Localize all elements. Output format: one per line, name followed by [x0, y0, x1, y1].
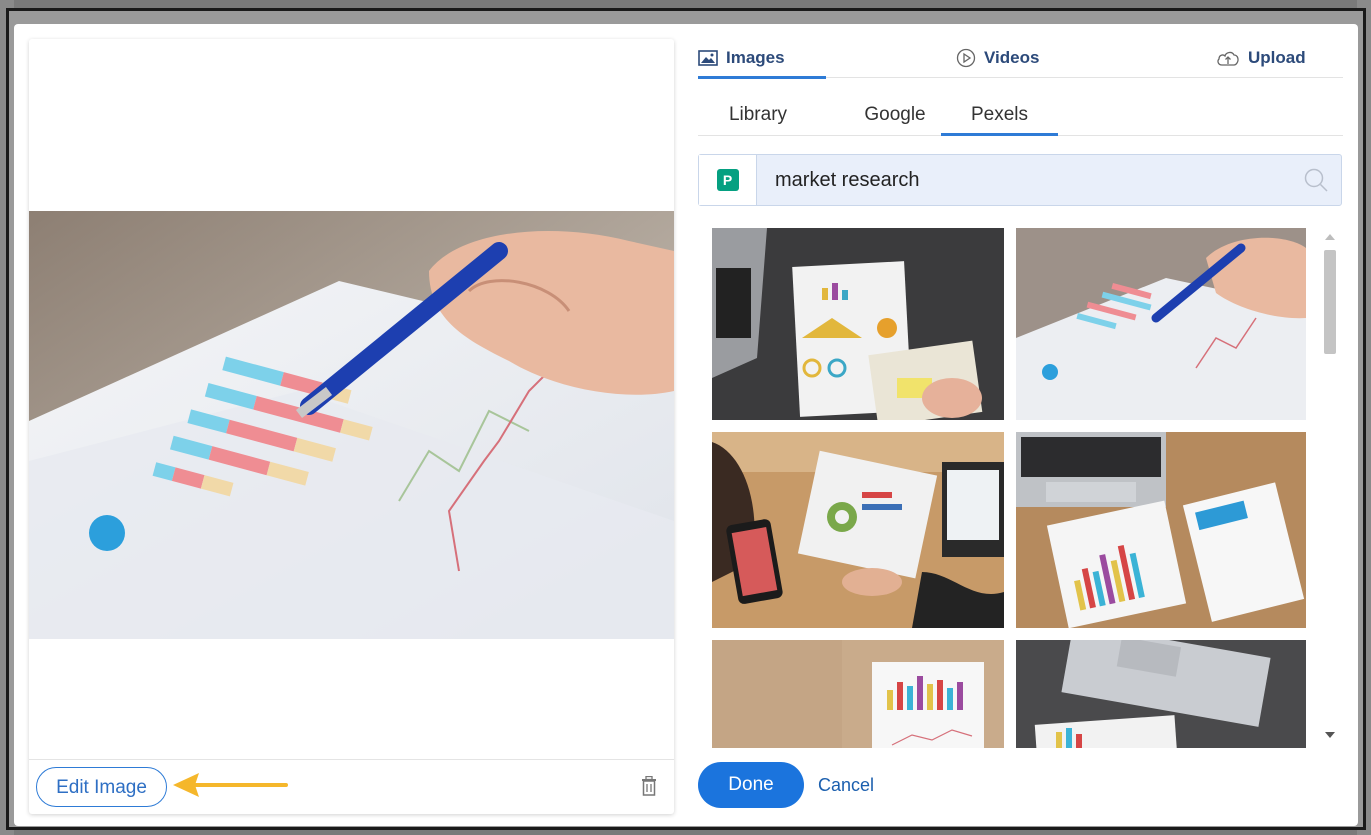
search-input[interactable] [775, 167, 1275, 193]
result-image-bar-chart-on-wood-desk[interactable] [712, 640, 1004, 748]
preview-footer: Edit Image [29, 759, 674, 814]
tab-upload-label: Upload [1248, 48, 1306, 67]
pexels-logo-letter: P [716, 169, 739, 191]
selected-image [29, 211, 674, 639]
result-thumbnail [1016, 432, 1306, 628]
result-thumbnail [712, 640, 1004, 748]
result-thumbnail [712, 228, 1004, 420]
tab-videos-label: Videos [984, 48, 1040, 67]
media-type-tabs: Images Videos Upload [698, 38, 1343, 79]
search-bar: P [698, 154, 1342, 206]
results-scrollbar[interactable] [1320, 228, 1340, 748]
trash-icon[interactable] [641, 776, 657, 796]
media-picker-modal: Edit Image Images Videos Upload Library … [14, 24, 1358, 826]
play-circle-icon [956, 48, 976, 68]
image-source-tabs: Library Google Pexels [698, 94, 1343, 136]
tab-pexels[interactable]: Pexels [941, 94, 1058, 136]
result-image-pen-pointing-bar-chart[interactable] [1016, 228, 1306, 420]
selected-image-preview [29, 211, 674, 639]
media-picker-panel: Images Videos Upload Library Google Pexe… [698, 24, 1343, 826]
cloud-upload-icon [1217, 51, 1239, 66]
tab-images[interactable]: Images [698, 38, 826, 79]
result-image-laptop-bar-chart-reports[interactable] [1016, 432, 1306, 628]
result-thumbnail [1016, 228, 1306, 420]
tab-upload[interactable]: Upload [1216, 38, 1306, 78]
result-thumbnail [712, 432, 1004, 628]
scrollbar-thumb[interactable] [1324, 250, 1336, 354]
search-icon[interactable] [1303, 167, 1329, 193]
annotation-arrow-icon [173, 773, 288, 797]
result-thumbnail [1016, 640, 1306, 748]
tab-images-label: Images [726, 48, 785, 67]
tab-google[interactable]: Google [842, 94, 948, 136]
image-preview-card: Edit Image [29, 39, 674, 814]
result-image-laptop-paper-charts[interactable] [1016, 640, 1306, 748]
tab-library[interactable]: Library [712, 94, 804, 136]
tab-videos[interactable]: Videos [956, 38, 1039, 78]
done-button[interactable]: Done [698, 762, 804, 808]
scroll-up-icon[interactable] [1325, 234, 1335, 240]
image-results-grid [712, 228, 1308, 748]
edit-image-button[interactable]: Edit Image [36, 767, 167, 807]
result-image-laptop-charts-notebook[interactable] [712, 228, 1004, 420]
image-icon [698, 50, 718, 66]
result-image-team-reviewing-infographic[interactable] [712, 432, 1004, 628]
scroll-down-icon[interactable] [1325, 732, 1335, 738]
pexels-logo-icon: P [699, 155, 757, 205]
cancel-button[interactable]: Cancel [818, 772, 874, 798]
